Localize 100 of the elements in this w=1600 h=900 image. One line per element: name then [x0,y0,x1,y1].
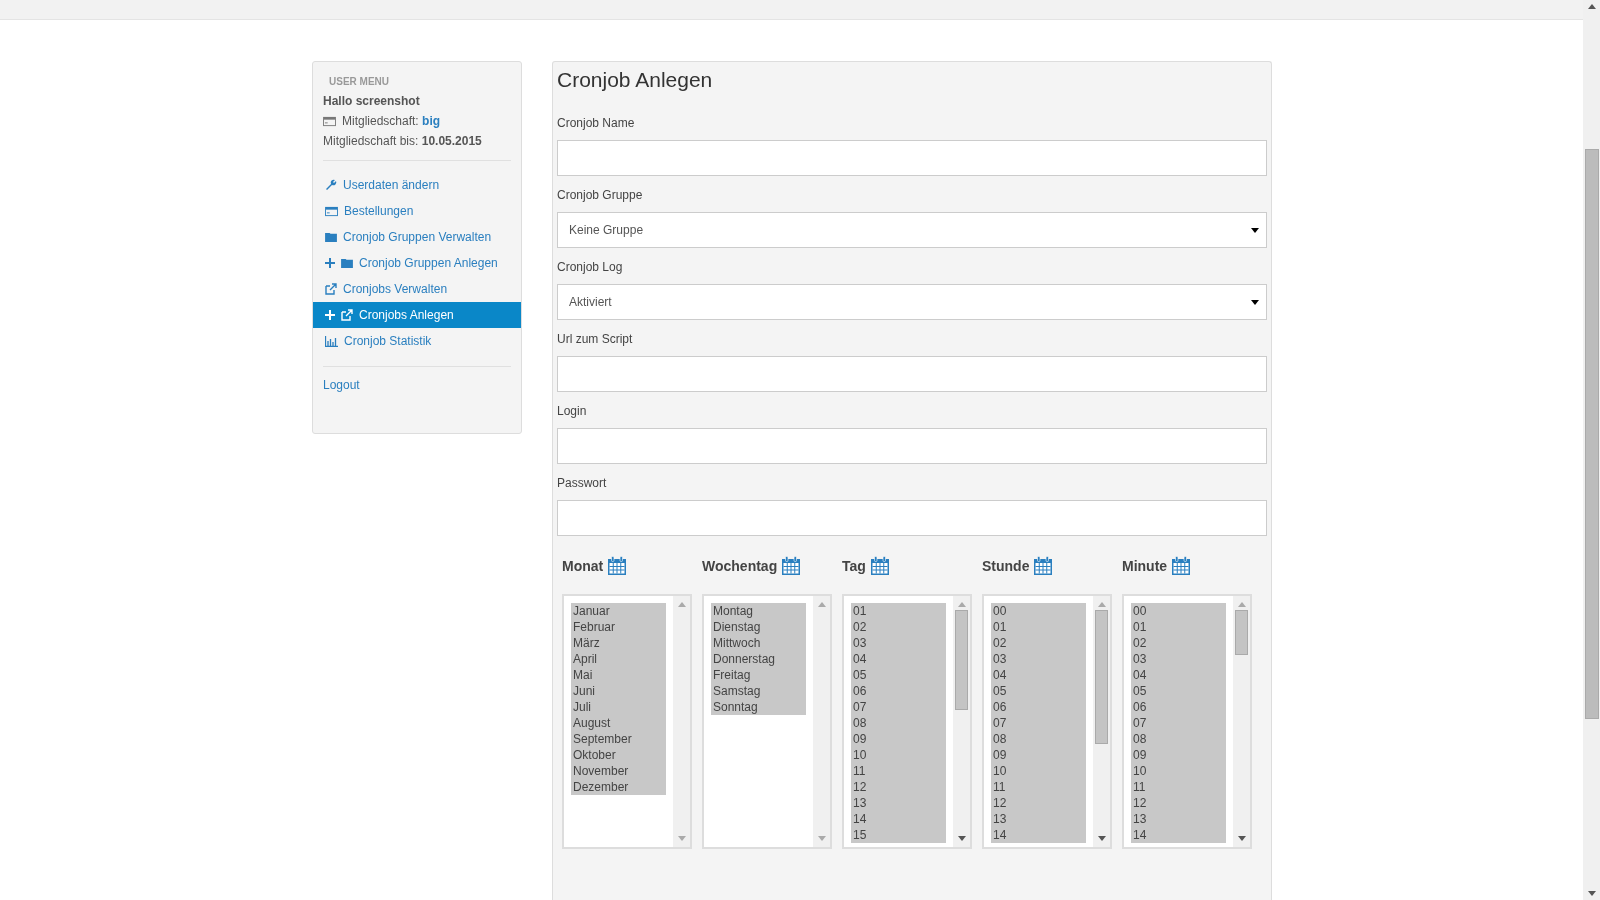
scroll-thumb[interactable] [1584,149,1599,719]
list-option[interactable]: 08 [991,731,1086,747]
list-option[interactable]: 00 [1131,603,1226,619]
sidebar-item[interactable]: Cronjob Gruppen Anlegen [313,250,521,276]
list-option[interactable]: Sonntag [711,699,806,715]
list-option[interactable]: April [571,651,666,667]
list-option[interactable]: 12 [1131,795,1226,811]
multi-select-list[interactable]: Januar Februar März April Mai Juni Juli August September Oktober November Dezember [562,594,692,849]
list-option[interactable]: 08 [851,715,946,731]
multi-select-list[interactable]: 00 01 02 03 04 05 06 07 08 09 10 11 12 13 14 [982,594,1112,849]
calendar-icon[interactable] [781,556,802,576]
input-field[interactable] [557,356,1267,392]
calendar-icon[interactable] [607,556,628,576]
list-option[interactable]: 01 [851,603,946,619]
list-option[interactable]: Januar [571,603,666,619]
sidebar-item[interactable]: Bestellungen [313,198,521,224]
list-option[interactable]: 11 [851,763,946,779]
list-option[interactable]: Mai [571,667,666,683]
list-option[interactable]: 11 [1131,779,1226,795]
list-option[interactable]: 09 [991,747,1086,763]
list-option[interactable]: 11 [991,779,1086,795]
list-option[interactable]: 06 [851,683,946,699]
list-option[interactable]: 06 [991,699,1086,715]
list-option[interactable]: Juni [571,683,666,699]
sidebar-item[interactable]: Cronjob Statistik [313,328,521,354]
calendar-icon[interactable] [1033,556,1054,576]
list-option[interactable]: 10 [1131,763,1226,779]
list-option[interactable]: 10 [851,747,946,763]
list-option[interactable]: 08 [1131,731,1226,747]
list-option[interactable]: Donnerstag [711,651,806,667]
list-option[interactable]: 01 [991,619,1086,635]
list-option[interactable]: 06 [1131,699,1226,715]
scroll-down-icon[interactable] [957,836,966,841]
input-field[interactable] [557,428,1267,464]
list-option[interactable]: 01 [1131,619,1226,635]
list-option[interactable]: 07 [1131,715,1226,731]
list-option[interactable]: 13 [851,795,946,811]
multi-select-list[interactable]: 00 01 02 03 04 05 06 07 08 09 10 11 12 13 14 [1122,594,1252,849]
scroll-down-icon[interactable] [1237,836,1246,841]
scroll-thumb[interactable] [1095,610,1108,744]
list-option[interactable]: 03 [851,635,946,651]
input-field[interactable] [557,500,1267,536]
list-option[interactable]: Freitag [711,667,806,683]
list-option[interactable]: 03 [991,651,1086,667]
list-option[interactable]: Dienstag [711,619,806,635]
list-option[interactable]: 15 [851,827,946,843]
scroll-thumb[interactable] [955,610,968,711]
list-option[interactable]: Montag [711,603,806,619]
input-field[interactable] [557,140,1267,176]
list-option[interactable]: Juli [571,699,666,715]
multi-select-list[interactable]: 01 02 03 04 05 06 07 08 09 10 11 12 13 14 15 [842,594,972,849]
list-option[interactable]: Samstag [711,683,806,699]
scrollbar[interactable] [1233,596,1250,847]
scroll-down-icon[interactable] [1587,891,1596,896]
list-option[interactable]: 12 [991,795,1086,811]
list-option[interactable]: 04 [991,667,1086,683]
scroll-thumb[interactable] [1235,610,1248,655]
list-option[interactable]: 13 [991,811,1086,827]
list-option[interactable]: 07 [991,715,1086,731]
scrollbar[interactable] [953,596,970,847]
logout-link[interactable]: Logout [323,378,521,392]
list-option[interactable]: 03 [1131,651,1226,667]
scroll-down-icon[interactable] [1097,836,1106,841]
list-option[interactable]: 14 [1131,827,1226,843]
list-option[interactable]: August [571,715,666,731]
list-option[interactable]: September [571,731,666,747]
list-option[interactable]: 09 [1131,747,1226,763]
list-option[interactable]: 02 [1131,635,1226,651]
list-option[interactable]: 04 [1131,667,1226,683]
scrollbar[interactable] [1093,596,1110,847]
list-option[interactable]: 14 [851,811,946,827]
list-option[interactable]: 07 [851,699,946,715]
dropdown[interactable]: Keine Gruppe [557,212,1267,248]
list-option[interactable]: Februar [571,619,666,635]
list-option[interactable]: 02 [991,635,1086,651]
calendar-icon[interactable] [869,556,890,576]
list-option[interactable]: 09 [851,731,946,747]
multi-select-list[interactable]: Montag Dienstag Mittwoch Donnerstag Freitag Samstag Sonntag [702,594,832,849]
dropdown[interactable]: Aktiviert [557,284,1267,320]
list-option[interactable]: 10 [991,763,1086,779]
list-option[interactable]: 12 [851,779,946,795]
list-option[interactable]: 00 [991,603,1086,619]
list-option[interactable]: Mittwoch [711,635,806,651]
list-option[interactable]: März [571,635,666,651]
list-option[interactable]: Oktober [571,747,666,763]
list-option[interactable]: 05 [851,667,946,683]
list-option[interactable]: 13 [1131,811,1226,827]
list-option[interactable]: 05 [991,683,1086,699]
scroll-up-icon[interactable] [1587,4,1596,9]
list-option[interactable]: November [571,763,666,779]
list-option[interactable]: 14 [991,827,1086,843]
sidebar-item[interactable]: Cronjob Gruppen Verwalten [313,224,521,250]
calendar-icon[interactable] [1171,556,1192,576]
sidebar-item[interactable]: Cronjobs Verwalten [313,276,521,302]
list-option[interactable]: Dezember [571,779,666,795]
sidebar-item[interactable]: Userdaten ändern [313,172,521,198]
sidebar-item[interactable]: Cronjobs Anlegen [313,302,521,328]
list-option[interactable]: 04 [851,651,946,667]
list-option[interactable]: 05 [1131,683,1226,699]
list-option[interactable]: 02 [851,619,946,635]
